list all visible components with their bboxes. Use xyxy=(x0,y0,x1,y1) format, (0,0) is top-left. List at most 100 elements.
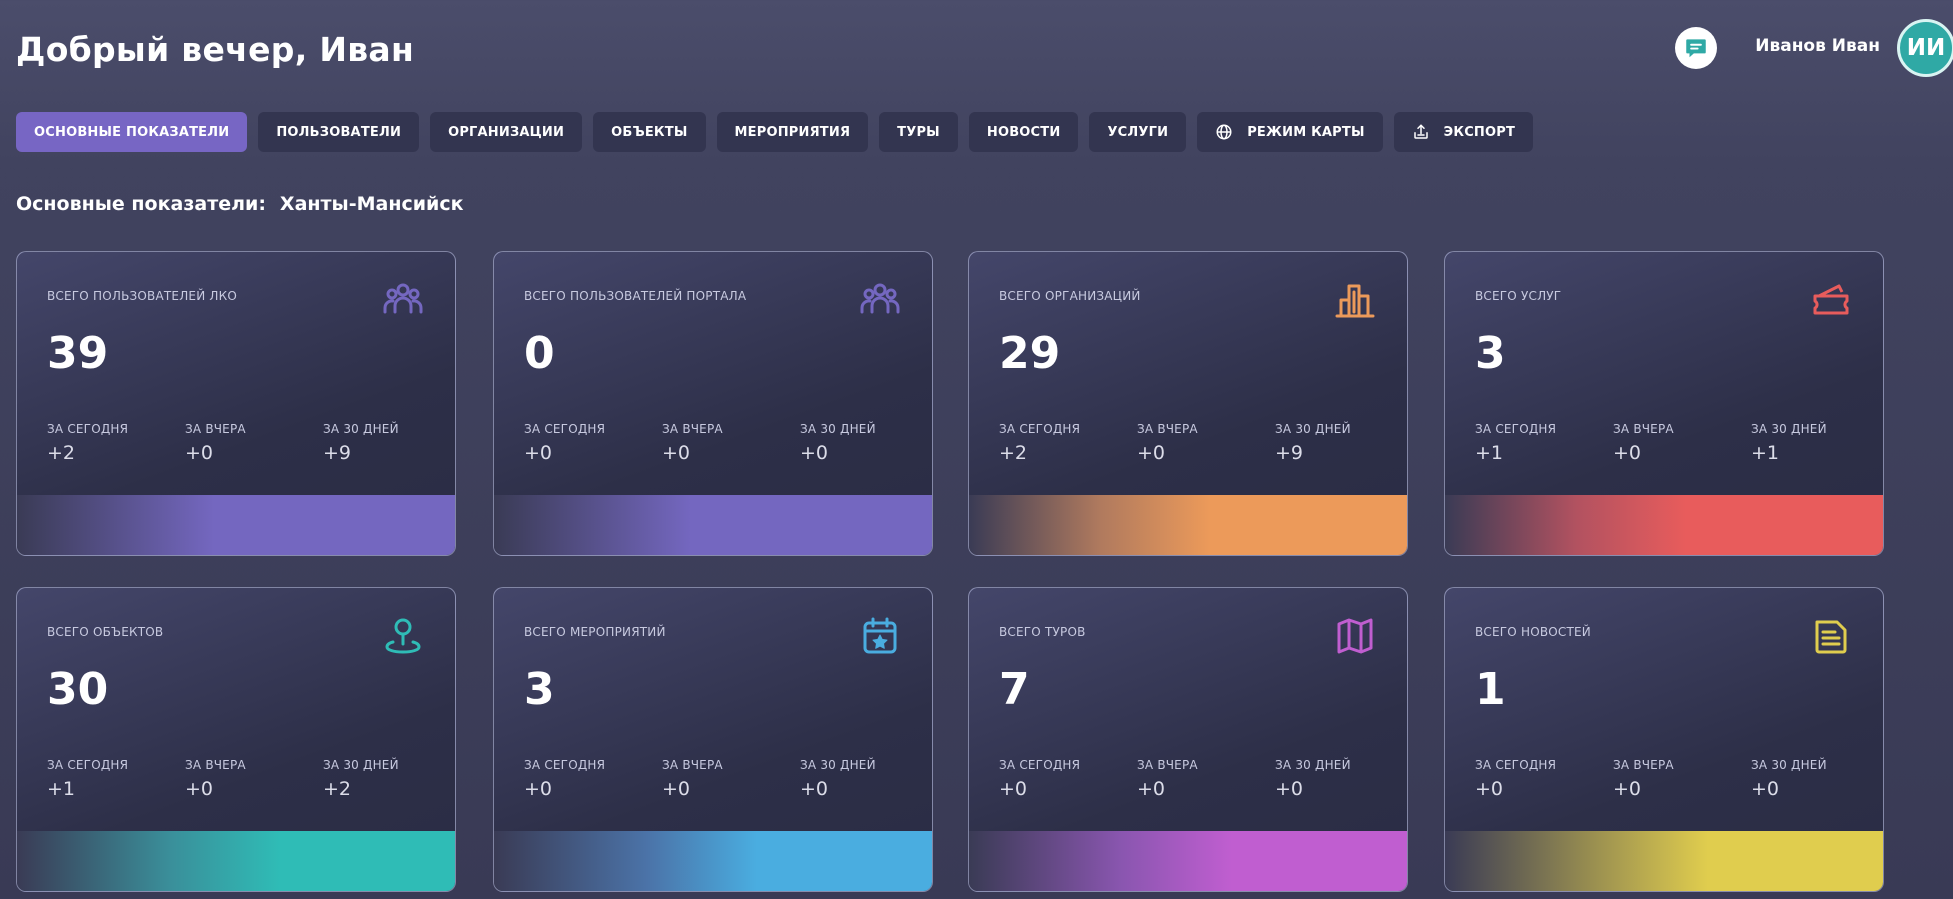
user-name[interactable]: Иванов Иван xyxy=(1740,36,1880,56)
main-tabs: ОСНОВНЫЕ ПОКАЗАТЕЛИ ПОЛЬЗОВАТЕЛИ ОРГАНИЗ… xyxy=(16,112,1534,152)
card-organizations[interactable]: ВСЕГО ОРГАНИЗАЦИЙ 29 ЗА СЕГОДНЯ +2 ЗА ВЧЕ… xyxy=(968,251,1408,556)
stat-value: +9 xyxy=(1275,442,1304,464)
card-value: 29 xyxy=(999,328,1061,379)
stat-30-days: ЗА 30 ДНЕЙ +1 xyxy=(1751,422,1827,464)
chat-button[interactable] xyxy=(1675,27,1717,69)
card-color-bar xyxy=(1445,831,1883,891)
stat-value: +2 xyxy=(323,778,352,800)
ticket-icon xyxy=(1813,284,1849,315)
tab-users[interactable]: ПОЛЬЗОВАТЕЛИ xyxy=(258,112,420,152)
tab-label: НОВОСТИ xyxy=(986,124,1061,140)
stat-value: +0 xyxy=(185,442,214,464)
tab-label: МЕРОПРИЯТИЯ xyxy=(734,124,851,140)
card-value: 0 xyxy=(524,328,555,379)
stat-label: ЗА 30 ДНЕЙ xyxy=(323,758,399,772)
stat-label: ЗА СЕГОДНЯ xyxy=(47,422,129,436)
kpi-cards: ВСЕГО ПОЛЬЗОВАТЕЛЕЙ ЛКО 39 ЗА СЕГОДНЯ +2 … xyxy=(16,251,1886,892)
stat-value: +0 xyxy=(662,778,691,800)
stat-label: ЗА 30 ДНЕЙ xyxy=(1751,422,1827,436)
tab-tours[interactable]: ТУРЫ xyxy=(879,112,958,152)
card-events[interactable]: ВСЕГО МЕРОПРИЯТИЙ 3 ЗА СЕГОДНЯ +0 ЗА ВЧЕР… xyxy=(493,587,933,892)
tab-main-indicators[interactable]: ОСНОВНЫЕ ПОКАЗАТЕЛИ xyxy=(16,112,248,152)
stat-label: ЗА 30 ДНЕЙ xyxy=(800,758,876,772)
map-icon xyxy=(1337,618,1373,654)
tab-organizations[interactable]: ОРГАНИЗАЦИИ xyxy=(430,112,583,152)
stat-today: ЗА СЕГОДНЯ +0 xyxy=(524,758,605,800)
card-portal-users[interactable]: ВСЕГО ПОЛЬЗОВАТЕЛЕЙ ПОРТАЛА 0 ЗА СЕГОДНЯ… xyxy=(493,251,933,556)
stat-30-days: ЗА 30 ДНЕЙ +0 xyxy=(800,758,876,800)
stat-30-days: ЗА 30 ДНЕЙ +0 xyxy=(1275,758,1351,800)
stat-today: ЗА СЕГОДНЯ +2 xyxy=(47,422,128,464)
card-objects[interactable]: ВСЕГО ОБЪЕКТОВ 30 ЗА СЕГОДНЯ +1 ЗА ВЧЕРА +… xyxy=(16,587,456,892)
stat-value: +1 xyxy=(1475,442,1504,464)
card-value: 3 xyxy=(524,664,555,715)
stat-30-days: ЗА 30 ДНЕЙ +9 xyxy=(1275,422,1351,464)
card-news[interactable]: ВСЕГО НОВОСТЕЙ 1 ЗА СЕГОДНЯ +0 ЗА ВЧЕРА +0… xyxy=(1444,587,1884,892)
greeting-title: Добрый вечер, Иван xyxy=(16,30,415,69)
tab-events[interactable]: МЕРОПРИЯТИЯ xyxy=(716,112,869,152)
stat-today: ЗА СЕГОДНЯ +2 xyxy=(999,422,1080,464)
globe-icon xyxy=(1216,124,1232,140)
tab-label: ПОЛЬЗОВАТЕЛИ xyxy=(276,124,402,140)
card-label: ВСЕГО ТУРОВ xyxy=(999,625,1086,639)
stat-yesterday: ЗА ВЧЕРА +0 xyxy=(1137,758,1198,800)
tab-export[interactable]: ЭКСПОРТ xyxy=(1393,112,1534,152)
buildings-icon xyxy=(1335,284,1375,318)
card-lko-users[interactable]: ВСЕГО ПОЛЬЗОВАТЕЛЕЙ ЛКО 39 ЗА СЕГОДНЯ +2 … xyxy=(16,251,456,556)
stat-value: +2 xyxy=(999,442,1028,464)
stat-value: +0 xyxy=(185,778,214,800)
stat-label: ЗА ВЧЕРА xyxy=(185,758,246,772)
stat-label: ЗА СЕГОДНЯ xyxy=(1475,758,1557,772)
stat-30-days: ЗА 30 ДНЕЙ +0 xyxy=(1751,758,1827,800)
tab-services[interactable]: УСЛУГИ xyxy=(1089,112,1187,152)
stat-value: +1 xyxy=(1751,442,1780,464)
stat-label: ЗА 30 ДНЕЙ xyxy=(323,422,399,436)
users-group-icon xyxy=(383,283,423,314)
tab-label: ОСНОВНЫЕ ПОКАЗАТЕЛИ xyxy=(34,124,230,140)
stat-label: ЗА СЕГОДНЯ xyxy=(524,422,606,436)
stat-label: ЗА СЕГОДНЯ xyxy=(999,758,1081,772)
stat-label: ЗА СЕГОДНЯ xyxy=(47,758,129,772)
stat-today: ЗА СЕГОДНЯ +0 xyxy=(999,758,1080,800)
avatar[interactable]: ИИ xyxy=(1897,19,1953,77)
card-value: 3 xyxy=(1475,328,1506,379)
stat-value: +0 xyxy=(524,442,553,464)
stat-value: +1 xyxy=(47,778,76,800)
stat-yesterday: ЗА ВЧЕРА +0 xyxy=(185,758,246,800)
stat-today: ЗА СЕГОДНЯ +1 xyxy=(47,758,128,800)
card-label: ВСЕГО МЕРОПРИЯТИЙ xyxy=(524,625,666,639)
stat-value: +0 xyxy=(1137,778,1166,800)
stat-label: ЗА 30 ДНЕЙ xyxy=(800,422,876,436)
users-group-icon xyxy=(860,283,900,314)
tab-objects[interactable]: ОБЪЕКТЫ xyxy=(593,112,706,152)
stat-label: ЗА СЕГОДНЯ xyxy=(524,758,606,772)
stat-label: ЗА ВЧЕРА xyxy=(1137,758,1198,772)
card-color-bar xyxy=(17,495,455,555)
stat-value: +0 xyxy=(1613,778,1642,800)
stat-value: +0 xyxy=(800,778,829,800)
map-pin-icon xyxy=(385,618,421,654)
card-tours[interactable]: ВСЕГО ТУРОВ 7 ЗА СЕГОДНЯ +0 ЗА ВЧЕРА +0 ЗА… xyxy=(968,587,1408,892)
tab-label: ТУРЫ xyxy=(897,124,940,140)
card-services[interactable]: ВСЕГО УСЛУГ 3 ЗА СЕГОДНЯ +1 ЗА ВЧЕРА +0 ЗА… xyxy=(1444,251,1884,556)
card-label: ВСЕГО ОБЪЕКТОВ xyxy=(47,625,164,639)
card-color-bar xyxy=(1445,495,1883,555)
card-label: ВСЕГО ОРГАНИЗАЦИЙ xyxy=(999,289,1141,303)
tab-map-mode[interactable]: РЕЖИМ КАРТЫ xyxy=(1197,112,1383,152)
tab-news[interactable]: НОВОСТИ xyxy=(968,112,1079,152)
card-color-bar xyxy=(969,831,1407,891)
calendar-star-icon xyxy=(863,617,897,654)
stat-label: ЗА ВЧЕРА xyxy=(662,422,723,436)
tab-label: РЕЖИМ КАРТЫ xyxy=(1247,124,1365,140)
card-label: ВСЕГО НОВОСТЕЙ xyxy=(1475,625,1591,639)
stat-yesterday: ЗА ВЧЕРА +0 xyxy=(662,758,723,800)
stat-30-days: ЗА 30 ДНЕЙ +2 xyxy=(323,758,399,800)
card-value: 39 xyxy=(47,328,109,379)
export-icon xyxy=(1413,124,1428,139)
tab-label: ОБЪЕКТЫ xyxy=(611,124,688,140)
card-value: 7 xyxy=(999,664,1030,715)
stat-label: ЗА 30 ДНЕЙ xyxy=(1275,758,1351,772)
card-label: ВСЕГО ПОЛЬЗОВАТЕЛЕЙ ПОРТАЛА xyxy=(524,289,747,303)
stat-yesterday: ЗА ВЧЕРА +0 xyxy=(185,422,246,464)
section-title: Основные показатели: Ханты-Мансийск xyxy=(16,193,464,215)
